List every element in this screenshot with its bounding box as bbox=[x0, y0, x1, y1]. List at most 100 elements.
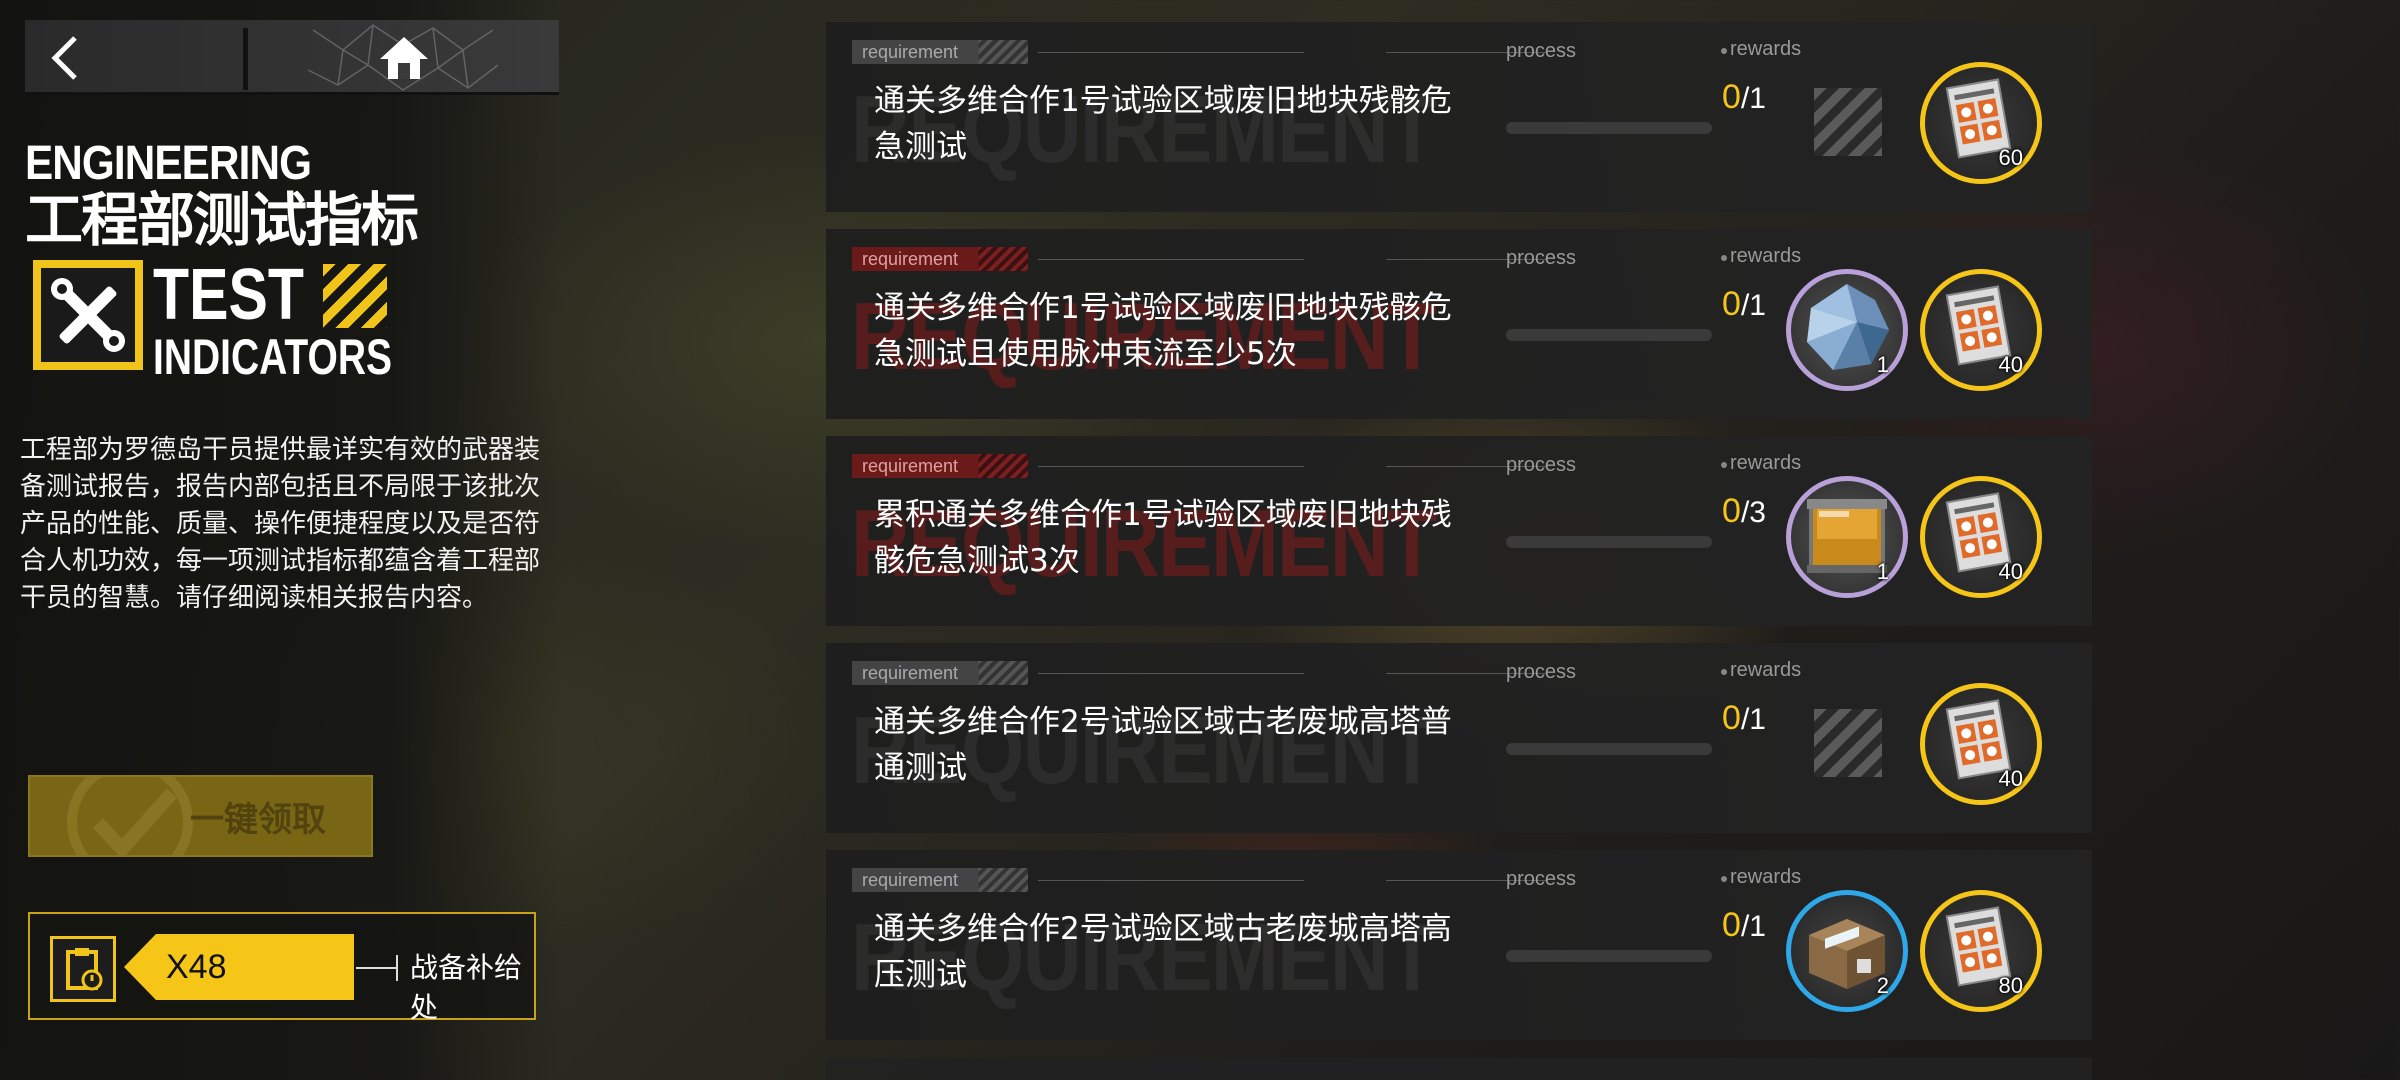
empty-reward-slot bbox=[1814, 88, 1882, 156]
progress-total: /3 bbox=[1740, 496, 1766, 529]
task-row: REQUIREMENT requirement process rewards 通关多维… bbox=[826, 22, 2092, 212]
header-divider bbox=[1038, 259, 1304, 260]
reward-item[interactable]: 40 bbox=[1920, 476, 2042, 598]
left-panel: ENGINEERING 工程部测试指标 TEST INDICATORS 工程部为… bbox=[0, 0, 560, 1080]
requirement-header: requirement bbox=[852, 454, 1028, 478]
task-progress-text: 0/1 bbox=[1672, 78, 1766, 117]
supply-count-badge: X48 bbox=[124, 934, 354, 1000]
reward-item[interactable]: 40 bbox=[1920, 683, 2042, 805]
rewards-header: rewards bbox=[1730, 452, 1802, 474]
claim-all-label: 一键领取 bbox=[190, 799, 326, 840]
header-dot bbox=[1721, 876, 1727, 882]
rewards-header: rewards bbox=[1730, 38, 1802, 60]
title-english-line2: TEST INDICATORS bbox=[153, 255, 460, 385]
progress-current: 0 bbox=[1722, 492, 1741, 530]
task-row: REQUIREMENT requirement process rewards 通关多维… bbox=[826, 229, 2092, 419]
task-progress-bar bbox=[1506, 329, 1712, 341]
task-row: REQUIREMENT requirement process rewards 累积通关… bbox=[826, 436, 2092, 626]
progress-total: /1 bbox=[1740, 82, 1766, 115]
back-button[interactable] bbox=[25, 20, 243, 95]
progress-current: 0 bbox=[1722, 78, 1741, 116]
header-dot bbox=[1721, 255, 1727, 261]
process-header: process bbox=[1506, 868, 1577, 890]
next-task-peek bbox=[826, 1058, 2092, 1080]
header-divider bbox=[1038, 880, 1304, 881]
reward-count: 2 bbox=[1876, 973, 1889, 998]
checkmark-circle-icon bbox=[67, 777, 193, 855]
process-header: process bbox=[1506, 454, 1577, 476]
process-header: process bbox=[1506, 40, 1577, 62]
task-progress-text: 0/1 bbox=[1672, 285, 1766, 324]
requirement-header: requirement bbox=[852, 247, 1028, 271]
task-row: REQUIREMENT requirement process rewards 通关多维… bbox=[826, 850, 2092, 1040]
wrench-screwdriver-icon bbox=[51, 278, 125, 352]
supply-clipboard-icon bbox=[50, 936, 116, 1002]
reward-count: 40 bbox=[1998, 559, 2023, 584]
supply-panel: X48 战备补给处 bbox=[28, 912, 536, 1024]
header-dot bbox=[1721, 462, 1727, 468]
title-chinese: 工程部测试指标 bbox=[25, 186, 419, 254]
top-nav-bar bbox=[25, 20, 559, 95]
task-description: 通关多维合作2号试验区域古老废城高塔普通测试 bbox=[874, 704, 1452, 786]
header-divider bbox=[1038, 673, 1304, 674]
requirement-header: requirement bbox=[852, 661, 1028, 685]
home-button[interactable] bbox=[248, 20, 559, 95]
reward-item[interactable]: 40 bbox=[1920, 269, 2042, 391]
connector-tick bbox=[396, 955, 398, 981]
process-header: process bbox=[1506, 661, 1577, 683]
home-icon bbox=[379, 36, 428, 79]
supply-shop-link[interactable]: 战备补给处 bbox=[410, 946, 534, 1026]
progress-current: 0 bbox=[1722, 285, 1741, 323]
rewards-header: rewards bbox=[1730, 866, 1802, 888]
claim-all-button[interactable]: 一键领取 bbox=[28, 775, 373, 857]
process-header: process bbox=[1506, 247, 1577, 269]
task-progress-bar bbox=[1506, 536, 1712, 548]
task-description: 累积通关多维合作1号试验区域废旧地块残骸危急测试3次 bbox=[874, 497, 1452, 579]
task-row: REQUIREMENT requirement process rewards 通关多维… bbox=[826, 643, 2092, 833]
header-dot bbox=[1721, 48, 1727, 54]
reward-item[interactable]: 1 bbox=[1786, 476, 1908, 598]
reward-count: 1 bbox=[1876, 559, 1889, 584]
title-indicators: INDICATORS bbox=[153, 329, 393, 385]
reward-count: 60 bbox=[1998, 145, 2023, 170]
task-progress-bar bbox=[1506, 122, 1712, 134]
title-test: TEST bbox=[153, 255, 304, 335]
task-progress-text: 0/1 bbox=[1672, 699, 1766, 738]
progress-total: /1 bbox=[1740, 289, 1766, 322]
task-progress-bar bbox=[1506, 743, 1712, 755]
requirement-header: requirement bbox=[852, 40, 1028, 64]
reward-item[interactable]: 60 bbox=[1920, 62, 2042, 184]
title-english-line1: ENGINEERING bbox=[25, 137, 312, 190]
requirement-header: requirement bbox=[852, 868, 1028, 892]
reward-count: 1 bbox=[1876, 352, 1889, 377]
task-description: 通关多维合作1号试验区域废旧地块残骸危急测试且使用脉冲束流至少5次 bbox=[874, 290, 1452, 372]
page-title-block: ENGINEERING 工程部测试指标 TEST INDICATORS bbox=[25, 137, 419, 383]
reward-item[interactable]: 80 bbox=[1920, 890, 2042, 1012]
yellow-stripes-decoration bbox=[323, 264, 388, 328]
title-row3: TEST INDICATORS bbox=[33, 255, 460, 385]
task-description: 通关多维合作2号试验区域古老废城高塔高压测试 bbox=[874, 911, 1452, 993]
progress-total: /1 bbox=[1740, 703, 1766, 736]
progress-current: 0 bbox=[1722, 906, 1741, 944]
tools-emblem bbox=[33, 260, 143, 370]
progress-current: 0 bbox=[1722, 699, 1741, 737]
task-progress-bar bbox=[1506, 950, 1712, 962]
rewards-header: rewards bbox=[1730, 245, 1802, 267]
header-divider bbox=[1038, 466, 1304, 467]
rewards-header: rewards bbox=[1730, 659, 1802, 681]
header-divider bbox=[1038, 52, 1304, 53]
reward-item[interactable]: 2 bbox=[1786, 890, 1908, 1012]
description-text: 工程部为罗德岛干员提供最详实有效的武器装备测试报告，报告内部包括且不局限于该批次… bbox=[20, 435, 541, 613]
header-dot bbox=[1721, 669, 1727, 675]
task-description: 通关多维合作1号试验区域废旧地块残骸危急测试 bbox=[874, 83, 1452, 165]
reward-item[interactable]: 1 bbox=[1786, 269, 1908, 391]
reward-count: 80 bbox=[1998, 973, 2023, 998]
connector-line bbox=[356, 967, 396, 969]
chevron-left-icon bbox=[51, 35, 77, 80]
task-progress-text: 0/3 bbox=[1672, 492, 1766, 531]
progress-total: /1 bbox=[1740, 910, 1766, 943]
empty-reward-slot bbox=[1814, 709, 1882, 777]
reward-count: 40 bbox=[1998, 766, 2023, 791]
reward-count: 40 bbox=[1998, 352, 2023, 377]
task-progress-text: 0/1 bbox=[1672, 906, 1766, 945]
